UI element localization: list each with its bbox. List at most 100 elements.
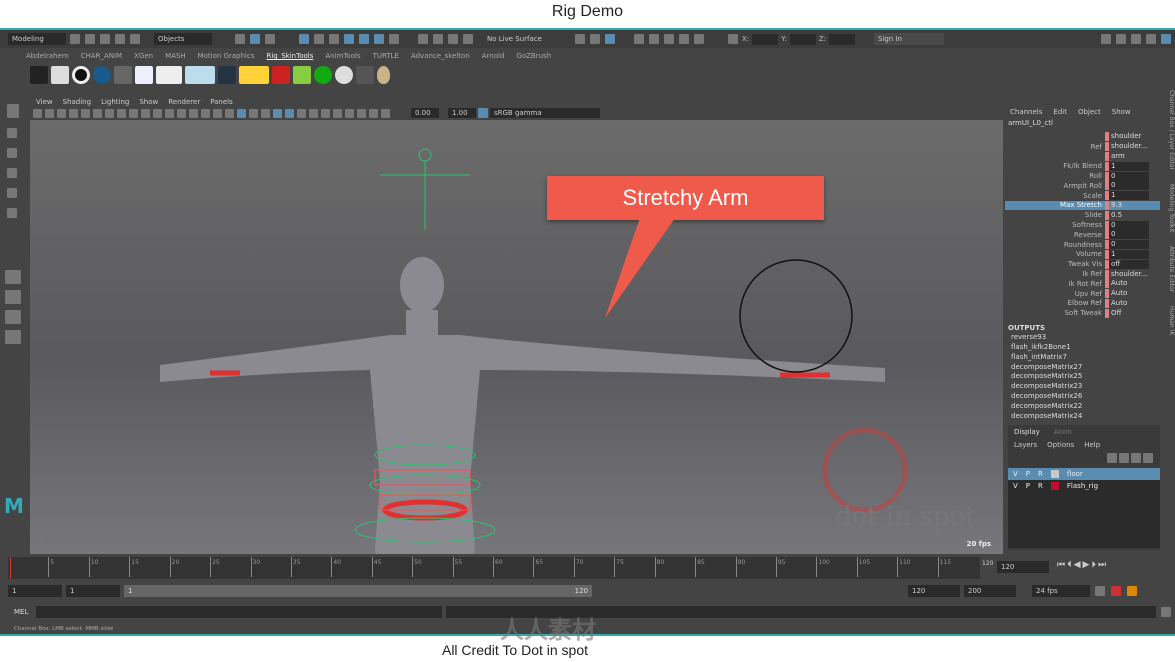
output-node[interactable]: flash_intMatrix7 — [1005, 353, 1160, 363]
render-view-icon[interactable] — [574, 34, 585, 44]
shelf-tab[interactable]: XGen — [134, 52, 153, 60]
shelf-monster-icon[interactable] — [293, 66, 311, 84]
attribute-editor-icon[interactable] — [1131, 34, 1141, 44]
panel-menu-item[interactable]: Show — [139, 98, 158, 106]
shelf-chain-icon[interactable] — [135, 66, 153, 84]
layer-editor-menu-item[interactable]: Layers — [1014, 441, 1037, 449]
panel-toolbar-icon[interactable] — [69, 108, 78, 118]
channel-box-icon[interactable] — [1161, 34, 1171, 44]
channel-name[interactable]: Elbow Ref — [1005, 299, 1105, 307]
channel-name[interactable]: Armpit Roll — [1005, 182, 1105, 190]
channel-name[interactable]: Ref — [1005, 143, 1105, 151]
select-tool-icon[interactable] — [7, 104, 19, 118]
channel-name[interactable]: Max Stretch — [1005, 201, 1105, 209]
y-input[interactable] — [789, 33, 816, 45]
shelf-tab[interactable]: MASH — [165, 52, 186, 60]
channel-name[interactable]: Soft Tweak — [1005, 309, 1105, 317]
channel-row[interactable]: Elbow Ref Auto — [1005, 298, 1160, 309]
panel-toolbar-icon[interactable] — [309, 108, 318, 118]
channel-row[interactable]: Ik Ref shoulder... — [1005, 269, 1160, 279]
snap-grid-icon[interactable] — [299, 34, 309, 44]
layer-row[interactable]: V P Rfloor — [1008, 468, 1160, 480]
render-frame-icon[interactable] — [589, 34, 600, 44]
output-node[interactable]: reverse93 — [1005, 333, 1160, 343]
panel-toolbar-icon[interactable] — [261, 108, 270, 118]
channel-value[interactable]: off — [1109, 259, 1149, 269]
panel-toolbar-icon[interactable] — [93, 108, 102, 118]
layer-name[interactable]: floor — [1067, 470, 1083, 478]
panel-toolbar-icon[interactable] — [213, 108, 222, 118]
start-frame-field[interactable]: 1 — [8, 585, 62, 597]
human-ik-icon[interactable] — [1116, 34, 1126, 44]
channel-value[interactable]: 0 — [1109, 220, 1149, 230]
channel-value[interactable]: 0 — [1109, 171, 1149, 181]
channel-name[interactable]: Upv Ref — [1005, 290, 1105, 298]
output-node[interactable]: decomposeMatrix27 — [1005, 363, 1160, 373]
exposure-field[interactable]: 0.00 — [411, 108, 439, 118]
layer-row[interactable]: V P R Flash_rig — [1008, 480, 1160, 492]
panel-toolbar-icon[interactable] — [357, 108, 366, 118]
snap-view-icon[interactable] — [374, 34, 384, 44]
loop-icon[interactable] — [1095, 586, 1105, 596]
panel-toolbar-icon[interactable] — [45, 108, 54, 118]
select-object-icon[interactable] — [250, 34, 260, 44]
output-node[interactable]: decomposeMatrix23 — [1005, 382, 1160, 392]
panel-toolbar-icon[interactable] — [273, 108, 282, 118]
shelf-tool-icon[interactable] — [30, 66, 48, 84]
time-slider[interactable]: 5 10 15 20 25 30 35 40 45 50 55 60 65 70 75 80 85 90 95 100… — [8, 557, 980, 579]
range-slider[interactable]: 1 120 — [124, 585, 592, 597]
shelf-m-icon[interactable] — [114, 66, 132, 84]
undo-icon[interactable] — [115, 34, 125, 44]
script-editor-icon[interactable] — [1161, 607, 1171, 617]
shelf-blue-icon[interactable] — [93, 66, 111, 84]
gamma-field[interactable]: 1.00 — [448, 108, 476, 118]
shelf-tab[interactable]: Abdelrahem — [26, 52, 69, 60]
panel-toolbar-icon[interactable] — [141, 108, 150, 118]
fps-dropdown[interactable]: 24 fps — [1032, 585, 1090, 597]
snap-point-icon[interactable] — [329, 34, 339, 44]
viewport-3d[interactable]: Stretchy Arm dot in spot 20 fps ⊥ — [30, 120, 1003, 554]
playback-controls[interactable]: ⏮⏴◀▶⏵⏭ — [1057, 560, 1108, 570]
layer-editor-menu-item[interactable]: Help — [1084, 441, 1100, 449]
panel-menu-item[interactable]: Renderer — [168, 98, 200, 106]
shelf-tab[interactable]: TURTLE — [373, 52, 399, 60]
channel-row[interactable]: Soft Tweak Off — [1005, 308, 1160, 318]
tool-settings-icon[interactable] — [1146, 34, 1156, 44]
output-node[interactable]: decomposeMatrix22 — [1005, 402, 1160, 412]
construction-history-icon[interactable] — [463, 34, 473, 44]
layer-toggle-p[interactable]: P — [1026, 470, 1030, 478]
x-input[interactable] — [752, 33, 779, 45]
panel-menu-item[interactable]: Shading — [63, 98, 91, 106]
save-scene-icon[interactable] — [100, 34, 110, 44]
channel-value[interactable]: 0 — [1109, 240, 1149, 250]
channel-name[interactable]: Volume — [1005, 250, 1105, 258]
panel-menu-item[interactable]: Panels — [210, 98, 233, 106]
shelf-tab[interactable]: Arnold — [482, 52, 505, 60]
channel-row[interactable]: Reverse 0 — [1005, 230, 1160, 240]
redo-icon[interactable] — [130, 34, 140, 44]
current-time-marker[interactable] — [10, 557, 11, 579]
side-tab[interactable]: Modeling Toolkit — [1168, 184, 1175, 232]
shelf-face-icon[interactable] — [51, 66, 69, 84]
channel-value[interactable]: Auto — [1109, 279, 1149, 288]
shelf-green-icon[interactable] — [314, 66, 332, 84]
z-input[interactable] — [828, 33, 855, 45]
output-node[interactable]: decomposeMatrix26 — [1005, 392, 1160, 402]
shelf-tab[interactable]: CHAR_ANIM — [81, 52, 122, 60]
panel-toolbar-icon[interactable] — [129, 108, 138, 118]
channel-box-menu-item[interactable]: Object — [1078, 108, 1101, 116]
panel-toolbar-icon[interactable] — [237, 108, 246, 118]
shelf-tab[interactable]: Advance_skelton — [411, 52, 470, 60]
panel-toolbar-icon[interactable] — [225, 108, 234, 118]
two-view-icon[interactable] — [5, 310, 21, 324]
side-tab[interactable]: Channel Box / Layer Editor — [1168, 90, 1175, 170]
playback-start-field[interactable]: 1 — [66, 585, 120, 597]
shelf-tab[interactable]: Motion Graphics — [198, 52, 255, 60]
channel-value[interactable]: 1 — [1109, 161, 1149, 171]
panel-toolbar-icon[interactable] — [165, 108, 174, 118]
panel-toolbar-icon[interactable] — [369, 108, 378, 118]
range-slider-start[interactable]: 1 — [128, 585, 132, 597]
channel-name[interactable]: Roll — [1005, 172, 1105, 180]
shelf-incredible-icon[interactable] — [272, 66, 290, 84]
panel-toolbar-icon[interactable] — [321, 108, 330, 118]
